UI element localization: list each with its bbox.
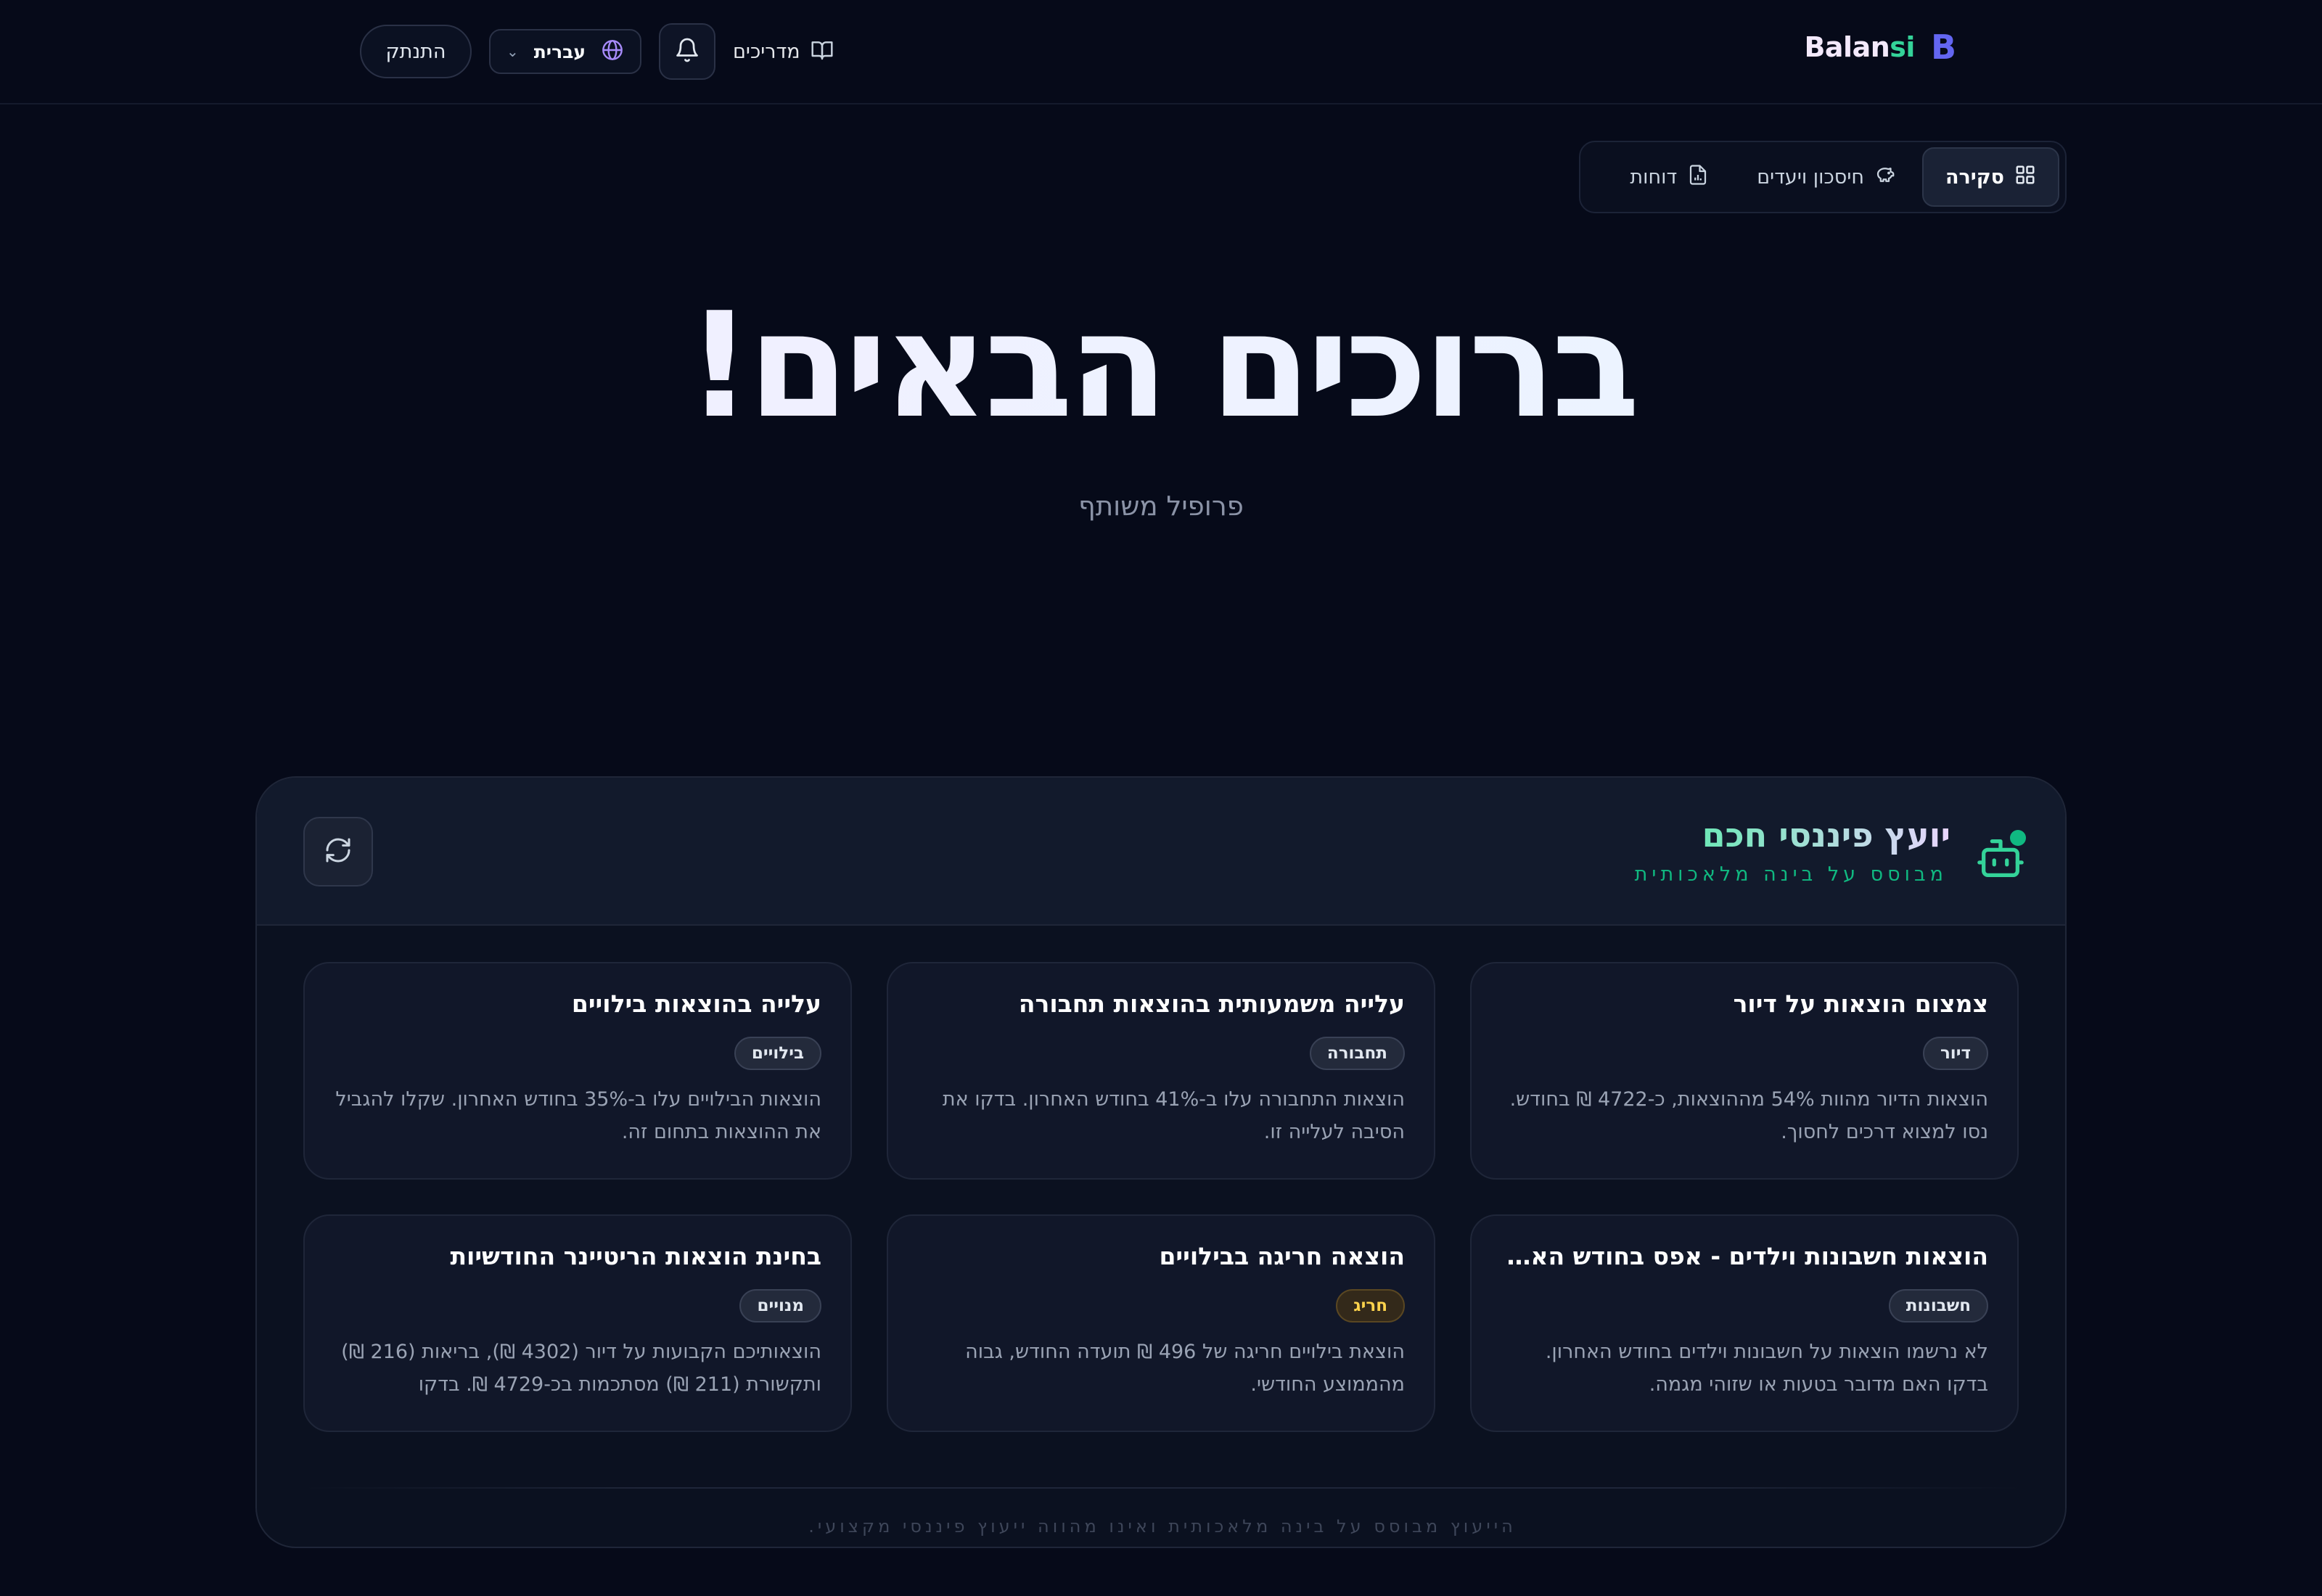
anomaly-badge: חריג [1336, 1289, 1405, 1323]
tab-overview-label: סקירה [1945, 165, 2004, 189]
language-label: עברית [533, 41, 586, 62]
insight-title: עלייה משמעותית בהוצאות תחבורה [1018, 990, 1405, 1018]
refresh-button[interactable] [303, 817, 373, 887]
logout-button[interactable]: התנתק [360, 25, 472, 78]
top-bar [0, 0, 2322, 104]
file-chart-icon [1687, 164, 1709, 191]
insight-title: בחינת הוצאות הריטיינר החודשיות [450, 1242, 821, 1270]
divider [303, 1487, 2022, 1489]
category-badge: מנויים [739, 1289, 821, 1323]
smart-advisor-panel: יועץ פיננסי חכם מבוסס על בינה מלאכותית צ… [255, 776, 2067, 1548]
insight-text: הוצאות התחבורה עלו ב-41% בחודש האחרון. ב… [942, 1088, 1405, 1143]
bot-icon [1975, 830, 2026, 884]
tab-overview[interactable]: סקירה [1922, 147, 2059, 207]
tab-reports[interactable]: דוחות [1608, 147, 1731, 207]
logo-wordmark: Balansi [1804, 31, 1915, 63]
insight-card[interactable]: הוצאה חריגה בבילויים חריג הוצאת בילויים … [887, 1214, 1435, 1432]
chevron-down-icon: ⌄ [506, 43, 519, 60]
app-logo[interactable]: Balansi B [1804, 29, 1956, 65]
insight-text: הוצאותיכם הקבועות על דיור (4302 ₪), בריא… [341, 1341, 821, 1396]
tab-savings-goals-label: חיסכון ויעדים [1757, 165, 1864, 189]
grid-icon [2014, 164, 2036, 191]
insight-text: הוצאות הבילויים עלו ב-35% בחודש האחרון. … [335, 1088, 821, 1143]
piggy-bank-icon [1874, 164, 1896, 191]
welcome-heading: ברוכים הבאים! [0, 290, 2322, 443]
tab-reports-label: דוחות [1630, 165, 1678, 189]
category-badge: בילויים [734, 1037, 821, 1070]
advisor-title: יועץ פיננסי חכם [1702, 815, 1950, 855]
online-indicator [2010, 830, 2026, 846]
refresh-icon [324, 836, 353, 868]
insight-title: צמצום הוצאות על דיור [1733, 990, 1988, 1018]
insight-card[interactable]: עלייה בהוצאות בילויים בילויים הוצאות הבי… [303, 962, 852, 1180]
insight-title: הוצאה חריגה בבילויים [1159, 1242, 1405, 1270]
bell-icon [674, 37, 700, 66]
insight-card[interactable]: בחינת הוצאות הריטיינר החודשיות מנויים הו… [303, 1214, 852, 1432]
guides-link[interactable]: מדריכים [733, 29, 834, 74]
advisor-disclaimer: הייעוץ מבוסס על בינה מלאכותית ואינו מהוו… [808, 1516, 1517, 1537]
logo-mark: B [1930, 28, 1956, 67]
advisor-subtitle: מבוסס על בינה מלאכותית [1634, 863, 1948, 886]
insight-title: עלייה בהוצאות בילויים [571, 990, 821, 1018]
main-tabs: סקירה חיסכון ויעדים דוחות [1579, 141, 2067, 213]
profile-subtitle: פרופיל משותף [1078, 490, 1244, 522]
insight-card[interactable]: הוצאות חשבונות וילדים - אפס בחודש האחרון… [1470, 1214, 2019, 1432]
language-select[interactable]: ⌄ עברית [489, 29, 641, 74]
notifications-button[interactable] [659, 23, 715, 80]
guides-label: מדריכים [733, 40, 800, 63]
insight-text: הוצאות הדיור מהוות 54% מההוצאות, כ-4722 … [1509, 1088, 1988, 1143]
insight-title: הוצאות חשבונות וילדים - אפס בחודש האחרון [1501, 1242, 1988, 1270]
insight-text: לא נרשמו הוצאות על חשבונות וילדים בחודש … [1545, 1341, 1988, 1396]
category-badge: תחבורה [1309, 1037, 1405, 1070]
insight-text: הוצאת בילויים חריגה של 496 ₪ תועדה החודש… [965, 1341, 1405, 1396]
insight-card[interactable]: עלייה משמעותית בהוצאות תחבורה תחבורה הוצ… [887, 962, 1435, 1180]
category-badge: חשבונות [1888, 1289, 1988, 1323]
category-badge: דיור [1922, 1037, 1988, 1070]
book-open-icon [811, 38, 834, 65]
globe-icon [601, 38, 624, 65]
insight-card[interactable]: צמצום הוצאות על דיור דיור הוצאות הדיור מ… [1470, 962, 2019, 1180]
tab-savings-goals[interactable]: חיסכון ויעדים [1735, 147, 1918, 207]
